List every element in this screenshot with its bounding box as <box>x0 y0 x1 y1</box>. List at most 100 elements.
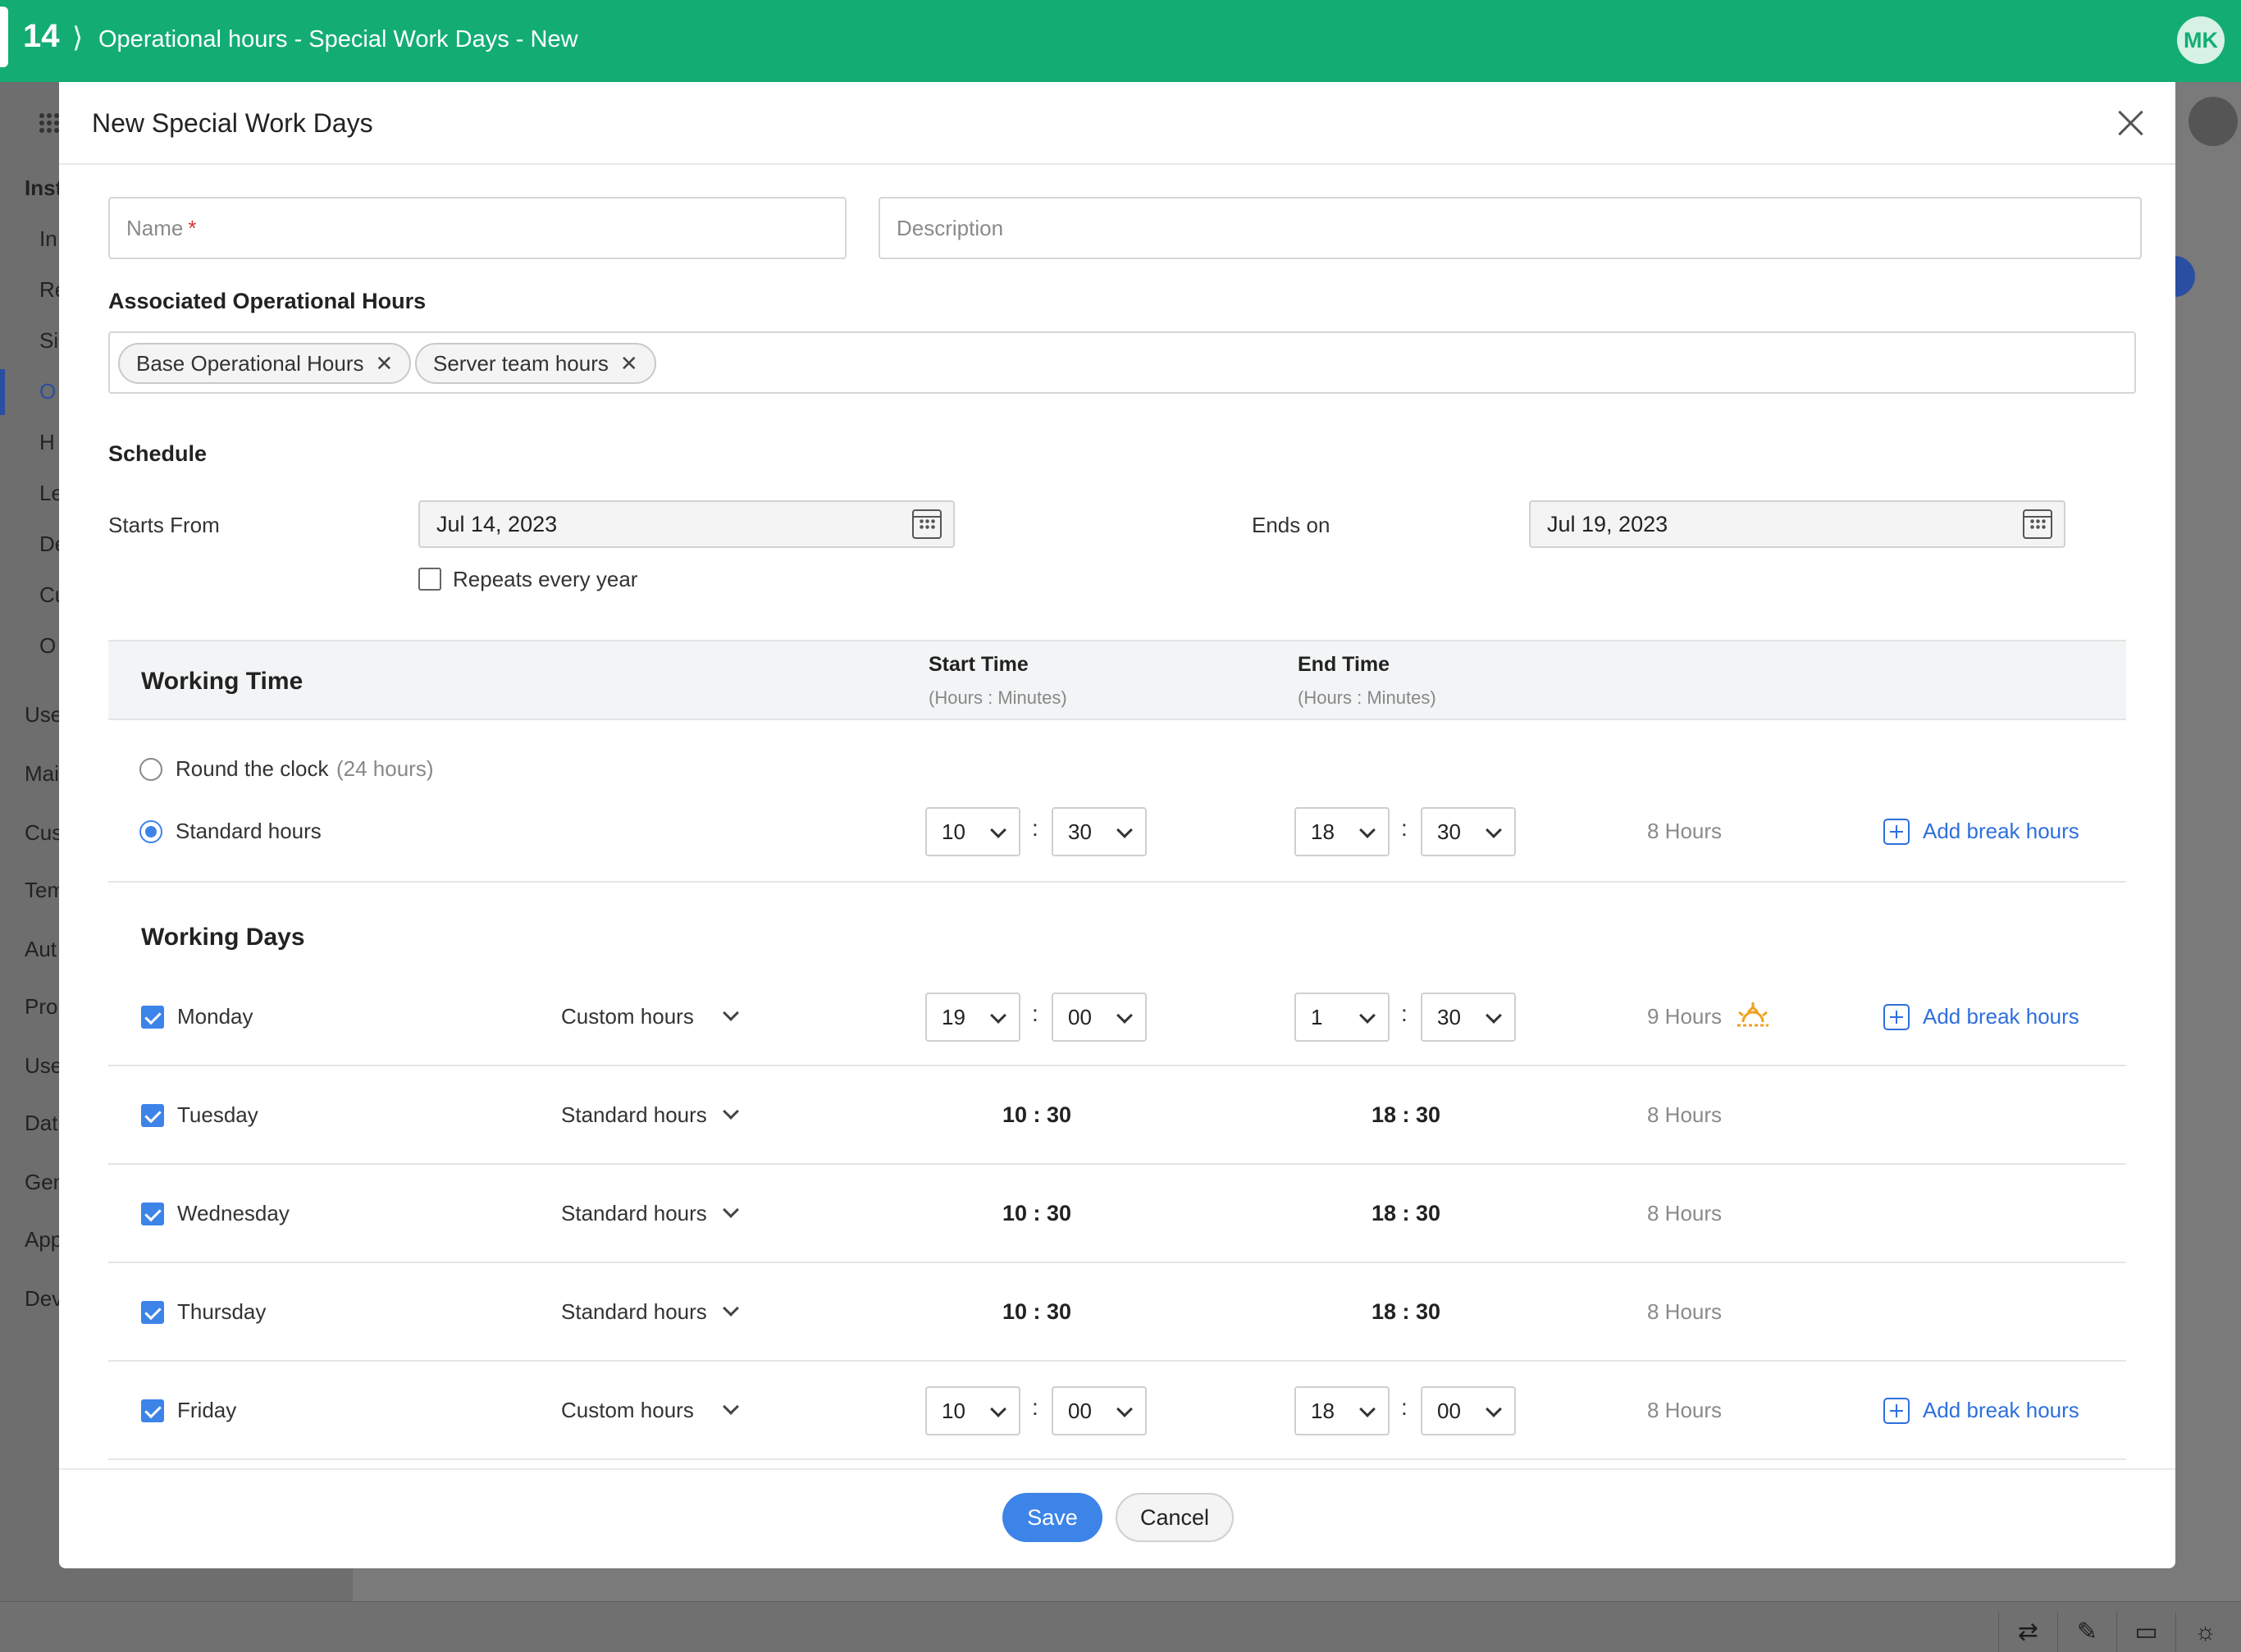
wednesday-start-time: 10 : 30 <box>1002 1201 1072 1225</box>
add-break-hours-link[interactable]: Add break hours <box>1923 1004 2079 1029</box>
tag-server-team-hours: Server team hours ✕ <box>415 343 656 384</box>
calendar-icon[interactable] <box>912 509 942 539</box>
standard-start-minute-select[interactable]: 30 <box>1052 807 1147 856</box>
user-avatar[interactable]: MK <box>2177 16 2225 64</box>
friday-hours-type-dropdown[interactable]: Custom hours <box>561 1398 694 1423</box>
monday-end-minute-select[interactable]: 30 <box>1421 993 1516 1042</box>
chevron-down-icon <box>1359 1401 1376 1417</box>
working-time-header: Working Time Start Time (Hours : Minutes… <box>108 640 2126 720</box>
name-placeholder: Name <box>126 216 184 240</box>
select-value: 30 <box>1068 819 1092 844</box>
add-break-hours-link[interactable]: Add break hours <box>1923 819 2079 844</box>
tag-label: Base Operational Hours <box>136 351 364 376</box>
sidebar-item: O <box>39 633 57 658</box>
end-time-header: End Time <box>1298 653 1390 676</box>
monday-checkbox[interactable] <box>141 1006 164 1029</box>
thursday-end-time: 18 : 30 <box>1372 1299 1441 1324</box>
thursday-hours-type-dropdown[interactable]: Standard hours <box>561 1299 707 1325</box>
monday-start-hour-select[interactable]: 19 <box>925 993 1020 1042</box>
row-divider <box>108 1163 2126 1165</box>
add-break-icon[interactable] <box>1883 1398 1910 1424</box>
thursday-hours-total: 8 Hours <box>1647 1299 1723 1324</box>
standard-hours-radio[interactable] <box>139 820 162 843</box>
sidebar-item-active: O <box>39 379 57 404</box>
standard-end-hour-select[interactable]: 18 <box>1294 807 1390 856</box>
page-title: Operational hours - Special Work Days - … <box>98 26 578 52</box>
remove-tag-icon[interactable]: ✕ <box>620 351 638 376</box>
repeats-every-year-checkbox[interactable] <box>418 568 441 591</box>
chevron-down-icon <box>990 1401 1006 1417</box>
chevron-down-icon <box>1359 822 1376 838</box>
ends-on-date[interactable]: Jul 19, 2023 <box>1529 500 2065 548</box>
chevron-down-icon[interactable] <box>723 1103 739 1120</box>
select-value: 10 <box>942 819 965 844</box>
chevron-down-icon <box>1486 822 1502 838</box>
wednesday-hours-total: 8 Hours <box>1647 1201 1723 1225</box>
name-field[interactable]: Name * <box>108 197 847 259</box>
tuesday-hours-type-dropdown[interactable]: Standard hours <box>561 1102 707 1128</box>
wednesday-end-time: 18 : 30 <box>1372 1201 1441 1225</box>
add-break-icon[interactable] <box>1883 1004 1910 1030</box>
top-bar: 14 ⟩ Operational hours - Special Work Da… <box>0 0 2241 82</box>
description-field[interactable]: Description <box>879 197 2142 259</box>
sidebar-item: Cus <box>25 820 63 845</box>
sidebar-item: Si <box>39 328 59 353</box>
sunrise-icon <box>1737 1002 1769 1027</box>
chevron-down-icon[interactable] <box>723 1399 739 1415</box>
tuesday-start-time: 10 : 30 <box>1002 1102 1072 1127</box>
starts-from-date[interactable]: Jul 14, 2023 <box>418 500 955 548</box>
save-button[interactable]: Save <box>1002 1493 1102 1542</box>
modal-title: New Special Work Days <box>92 108 373 138</box>
chevron-down-icon <box>1486 1007 1502 1024</box>
friday-end-minute-select[interactable]: 00 <box>1421 1386 1516 1435</box>
tuesday-checkbox[interactable] <box>141 1104 164 1127</box>
wednesday-hours-type-dropdown[interactable]: Standard hours <box>561 1201 707 1226</box>
associated-hours-input[interactable]: Base Operational Hours ✕ Server team hour… <box>108 331 2136 394</box>
thursday-checkbox[interactable] <box>141 1301 164 1324</box>
monday-start-minute-select[interactable]: 00 <box>1052 993 1147 1042</box>
friday-hours-total: 8 Hours <box>1647 1398 1723 1422</box>
monday-hours-type-dropdown[interactable]: Custom hours <box>561 1004 694 1029</box>
chevron-down-icon[interactable] <box>723 1300 739 1317</box>
apps-grid-icon <box>39 113 59 133</box>
sidebar-item: Use <box>25 702 63 727</box>
add-break-icon[interactable] <box>1883 819 1910 845</box>
tag-base-operational-hours: Base Operational Hours ✕ <box>118 343 412 384</box>
translate-icon[interactable]: ⇄ <box>1998 1612 2057 1652</box>
friday-checkbox[interactable] <box>141 1399 164 1422</box>
remove-tag-icon[interactable]: ✕ <box>375 351 393 376</box>
monday-end-hour-select[interactable]: 1 <box>1294 993 1390 1042</box>
chevron-down-icon <box>1116 1007 1133 1024</box>
day-label: Friday <box>177 1398 237 1422</box>
time-colon: : <box>1401 815 1408 841</box>
standard-end-minute-select[interactable]: 30 <box>1421 807 1516 856</box>
friday-start-minute-select[interactable]: 00 <box>1052 1386 1147 1435</box>
calendar-icon[interactable] <box>2023 509 2052 539</box>
close-icon[interactable] <box>2115 107 2147 139</box>
chevron-down-icon <box>1486 1401 1502 1417</box>
chevron-down-icon[interactable] <box>723 1005 739 1021</box>
wednesday-checkbox[interactable] <box>141 1202 164 1225</box>
sidebar-item: Pro <box>25 994 58 1019</box>
round-the-clock-radio[interactable] <box>139 758 162 781</box>
description-placeholder: Description <box>897 216 1004 240</box>
notes-icon[interactable]: ✎ <box>2057 1612 2116 1652</box>
working-days-title: Working Days <box>141 924 305 951</box>
add-break-hours-link[interactable]: Add break hours <box>1923 1398 2079 1423</box>
start-time-header: Start Time <box>929 653 1029 676</box>
select-value: 18 <box>1311 819 1335 844</box>
round-the-clock-label: Round the clock <box>176 756 329 781</box>
time-colon: : <box>1032 1001 1038 1026</box>
select-value: 30 <box>1437 819 1461 844</box>
standard-start-hour-select[interactable]: 10 <box>925 807 1020 856</box>
chevron-down-icon <box>990 822 1006 838</box>
friday-end-hour-select[interactable]: 18 <box>1294 1386 1390 1435</box>
friday-start-hour-select[interactable]: 10 <box>925 1386 1020 1435</box>
cancel-button[interactable]: Cancel <box>1116 1493 1234 1542</box>
working-time-title: Working Time <box>141 668 304 695</box>
chat-icon[interactable]: ▭ <box>2116 1612 2175 1652</box>
bulb-icon[interactable]: ☼ <box>2175 1612 2234 1652</box>
modal-header: New Special Work Days <box>59 82 2175 165</box>
chevron-down-icon[interactable] <box>723 1202 739 1218</box>
day-label: Monday <box>177 1004 253 1029</box>
